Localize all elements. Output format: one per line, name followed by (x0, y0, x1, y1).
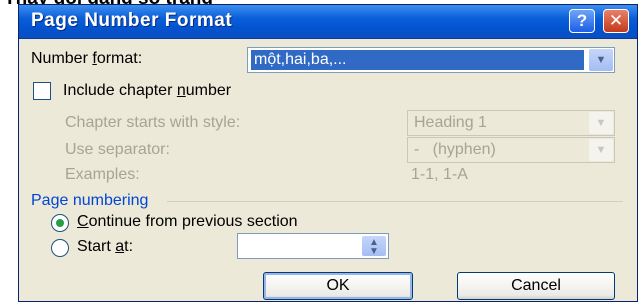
include-chapter-label-key: n (176, 82, 186, 99)
continue-from-previous-radio[interactable] (51, 214, 69, 232)
number-format-label-post: ormat: (96, 50, 143, 67)
chapter-style-value: Heading 1 (414, 114, 487, 131)
chapter-style-label: Chapter starts with style: (65, 114, 241, 131)
number-format-select[interactable]: một,hai,ba,... ▼ (247, 47, 615, 73)
start-label-post: t: (124, 238, 134, 255)
include-chapter-number-label[interactable]: Include chapter number (63, 82, 231, 100)
chevron-down-icon[interactable]: ▼ (589, 49, 613, 71)
continue-from-previous-label[interactable]: Continue from previous section (77, 213, 298, 231)
separator-value: - (hyphen) (414, 141, 496, 158)
separator-label: Use separator: (65, 141, 170, 158)
chapter-style-select: Heading 1 ▼ (407, 110, 615, 136)
number-format-value: một,hai,ba,... (251, 50, 584, 70)
start-label-pre: Start (77, 238, 116, 255)
continue-label-rest: ontinue from previous section (88, 213, 298, 230)
start-at-spinner[interactable]: ▲ ▼ (237, 233, 389, 259)
include-chapter-label-post: umber (185, 82, 232, 99)
ok-button[interactable]: OK (263, 272, 413, 300)
start-at-label[interactable]: Start at: (77, 238, 133, 256)
dialog-title: Page Number Format (31, 10, 233, 31)
start-label-key: a (115, 238, 125, 255)
separator-select: - (hyphen) ▼ (407, 137, 615, 163)
spin-down-icon[interactable]: ▼ (362, 247, 386, 257)
title-bar[interactable]: Page Number Format ? ✕ (19, 5, 637, 39)
start-at-radio[interactable] (51, 239, 69, 257)
group-divider (167, 201, 623, 202)
help-button[interactable]: ? (569, 9, 595, 33)
include-chapter-label-pre: Include chapter (63, 82, 177, 99)
number-format-label-pre: Number (31, 50, 93, 67)
help-icon: ? (576, 11, 588, 30)
examples-value: 1-1, 1-A (411, 166, 468, 183)
close-icon: ✕ (608, 11, 624, 30)
spinner-buttons[interactable]: ▲ ▼ (362, 236, 386, 257)
continue-label-key: C (77, 213, 89, 230)
page-number-format-dialog: Page Number Format ? ✕ Number format: mộ… (18, 4, 638, 302)
page-numbering-heading: Page numbering (31, 192, 149, 209)
chevron-down-icon: ▼ (589, 112, 613, 134)
close-button[interactable]: ✕ (603, 9, 629, 33)
cancel-button[interactable]: Cancel (457, 272, 615, 300)
number-format-label: Number format: (31, 50, 142, 68)
examples-label: Examples: (65, 166, 140, 183)
chevron-down-icon: ▼ (589, 139, 613, 161)
include-chapter-number-checkbox[interactable] (33, 82, 51, 100)
